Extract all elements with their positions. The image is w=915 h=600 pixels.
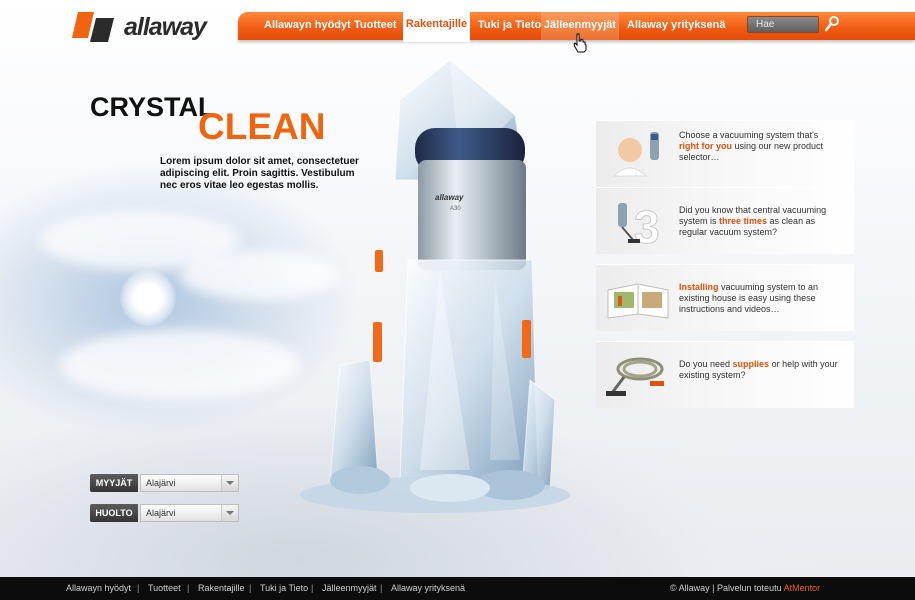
hose-icon	[606, 357, 664, 396]
footer-separator: |	[137, 583, 140, 593]
hand-cursor-icon	[573, 33, 587, 53]
search-input[interactable]: Hae	[747, 16, 819, 33]
footer-separator: |	[311, 583, 314, 593]
card-supplies[interactable]: Do you need supplies or help with your e…	[596, 341, 854, 408]
nav-item-allawayn-hyodyt[interactable]: Allawayn hyödyt	[264, 12, 351, 40]
book-icon	[607, 283, 669, 319]
cloud	[60, 330, 300, 400]
service-select-value[interactable]: Alajärvi	[140, 504, 239, 522]
footer-separator: |	[712, 583, 715, 593]
footer-separator: |	[380, 583, 383, 593]
nav-item-rakentajille[interactable]: Rakentajille	[403, 11, 470, 42]
nav-item-tuotteet[interactable]: Tuotteet	[354, 12, 397, 40]
nav-item-allaway-yrityksena[interactable]: Allaway yrityksenä	[627, 12, 725, 40]
logo-wordmark: allaway	[124, 13, 207, 41]
card-text: Did you know that central vacuuming syst…	[679, 205, 827, 237]
made-by: Palvelun toteutu	[717, 583, 782, 593]
dealers-select-value[interactable]: Alajärvi	[140, 474, 239, 492]
crystal-vacuum-image: allaway A30	[300, 60, 570, 513]
dealers-select[interactable]: MYYJÄT Alajärvi	[90, 474, 239, 492]
card-text: Choose a vacuuming system that's right f…	[679, 130, 824, 162]
service-select-label: HUOLTO	[90, 504, 138, 522]
card-text: Installing vacuuming system to an existi…	[679, 282, 819, 314]
copyright: © Allaway	[670, 583, 710, 593]
footer-link-allaway-yrityksena[interactable]: Allaway yrityksenä	[391, 577, 465, 600]
footer-link-rakentajille[interactable]: Rakentajille	[198, 577, 245, 600]
footer-credit: © Allaway | Palvelun toteutu AtMentor	[670, 577, 820, 600]
footer: Allawayn hyödyt | Tuotteet | Rakentajill…	[0, 577, 915, 600]
chevron-down-icon[interactable]	[221, 475, 238, 491]
product-label: allaway	[435, 193, 464, 202]
hero-title-crystal: CRYSTAL	[90, 92, 215, 122]
footer-link-tuki-ja-tieto[interactable]: Tuki ja Tieto	[260, 577, 308, 600]
atmentor-link[interactable]: AtMentor	[784, 583, 821, 593]
card-text: Do you need supplies or help with your e…	[679, 359, 838, 380]
product-model: A30	[450, 206, 461, 212]
footer-link-tuotteet[interactable]: Tuotteet	[148, 577, 181, 600]
dealers-select-label: MYYJÄT	[90, 474, 138, 492]
service-select[interactable]: HUOLTO Alajärvi	[90, 504, 239, 522]
child-icon	[612, 132, 659, 177]
footer-separator: |	[249, 583, 252, 593]
sun	[120, 270, 176, 326]
card-product-selector[interactable]: Choose a vacuuming system that's right f…	[596, 120, 854, 187]
logo[interactable]: allaway	[72, 10, 222, 44]
footer-separator: |	[187, 583, 190, 593]
nav-item-tuki-ja-tieto[interactable]: Tuki ja Tieto	[478, 12, 541, 40]
search-icon[interactable]	[824, 15, 840, 33]
footer-link-allawayn-hyodyt[interactable]: Allawayn hyödyt	[66, 577, 131, 600]
card-three-times-clean[interactable]: 3 Did you know that central vacuuming sy…	[596, 187, 854, 254]
number-three-icon: 3	[618, 201, 660, 249]
footer-link-jalleenmyyjat[interactable]: Jälleenmyyjät	[322, 577, 377, 600]
logo-mark-icon	[72, 12, 114, 42]
card-installing[interactable]: Installing vacuuming system to an existi…	[596, 264, 854, 331]
chevron-down-icon[interactable]	[221, 505, 238, 521]
